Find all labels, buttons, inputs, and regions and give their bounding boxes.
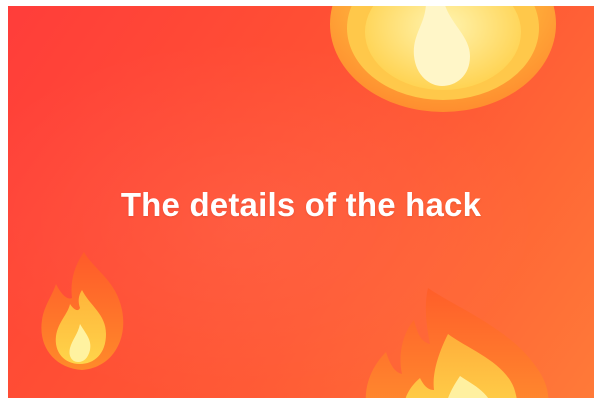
slide-canvas: The details of the hack: [8, 6, 594, 398]
fire-icon: [365, 288, 549, 398]
fire-icon: [330, 6, 556, 112]
slide-headline: The details of the hack: [120, 186, 482, 223]
fire-icon: [41, 252, 124, 370]
